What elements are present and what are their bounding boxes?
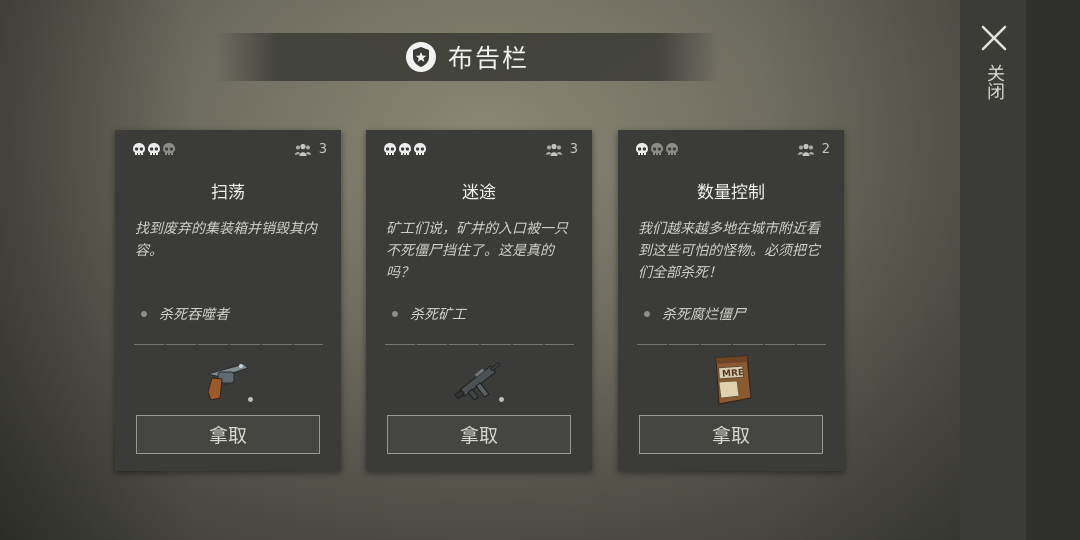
skull-icon [148, 143, 160, 155]
bullet-icon [141, 311, 147, 317]
player-count: 2 [797, 142, 830, 157]
skull-icon [651, 143, 663, 155]
players-icon [797, 143, 814, 156]
quest-objective: 杀死吞噬者 [141, 304, 229, 324]
star-shield-icon [405, 42, 436, 72]
right-edge [1026, 0, 1080, 540]
close-icon[interactable] [980, 24, 1008, 52]
skull-icon [133, 143, 145, 155]
divider [134, 344, 323, 345]
quest-name: 扫荡 [211, 183, 245, 203]
take-button[interactable]: 拿取 [136, 415, 320, 454]
title-banner: 布告栏 [215, 33, 720, 81]
players-icon [294, 143, 311, 156]
skull-icon [163, 143, 175, 155]
player-count: 3 [545, 142, 578, 157]
quest-card-1: 3 扫荡 找到废弃的集装箱并销毁其内容。 杀死吞噬者 拿取 [115, 130, 341, 471]
objective-text: 杀死吞噬者 [159, 307, 229, 323]
divider [385, 344, 574, 345]
skull-icon [399, 143, 411, 155]
players-icon [545, 143, 562, 156]
player-count: 3 [294, 142, 327, 157]
quest-card-2: 3 迷途 矿工们说，矿井的入口被一只不死僵尸挡住了。这是真的吗？ 杀死矿工 拿取 [366, 130, 592, 471]
difficulty-skulls [635, 142, 679, 158]
mre-ration-icon[interactable]: MRE [701, 352, 761, 408]
quest-objective: 杀死腐烂僵尸 [644, 304, 746, 324]
page-dot [499, 397, 504, 402]
take-button[interactable]: 拿取 [639, 415, 823, 454]
page-dot [248, 397, 253, 402]
bullet-icon [392, 311, 398, 317]
difficulty-skulls [383, 142, 427, 158]
skull-icon [666, 143, 678, 155]
quest-description: 我们越来越多地在城市附近看到这些可怕的怪物。必须把它们全部杀死！ [638, 221, 820, 281]
quest-name: 数量控制 [697, 183, 765, 203]
objective-text: 杀死矿工 [410, 307, 466, 323]
skull-icon [384, 143, 396, 155]
quest-objective: 杀死矿工 [392, 304, 466, 324]
take-button[interactable]: 拿取 [387, 415, 571, 454]
player-count-value: 3 [569, 142, 578, 157]
quest-name: 迷途 [462, 183, 496, 203]
quest-description: 找到废弃的集装箱并销毁其内容。 [135, 221, 317, 259]
skull-icon [636, 143, 648, 155]
divider [637, 344, 826, 345]
skull-icon [414, 143, 426, 155]
bullet-icon [644, 311, 650, 317]
quest-card-3: 2 数量控制 我们越来越多地在城市附近看到这些可怕的怪物。必须把它们全部杀死！ … [618, 130, 844, 471]
side-panel: 关闭 [960, 0, 1026, 540]
close-label[interactable]: 关闭 [982, 64, 1005, 100]
quest-description: 矿工们说，矿井的入口被一只不死僵尸挡住了。这是真的吗？ [386, 221, 568, 281]
mre-label: MRE [722, 368, 745, 380]
difficulty-skulls [132, 142, 176, 158]
objective-text: 杀死腐烂僵尸 [662, 307, 746, 323]
player-count-value: 2 [821, 142, 830, 157]
page-title: 布告栏 [447, 44, 529, 73]
player-count-value: 3 [318, 142, 327, 157]
